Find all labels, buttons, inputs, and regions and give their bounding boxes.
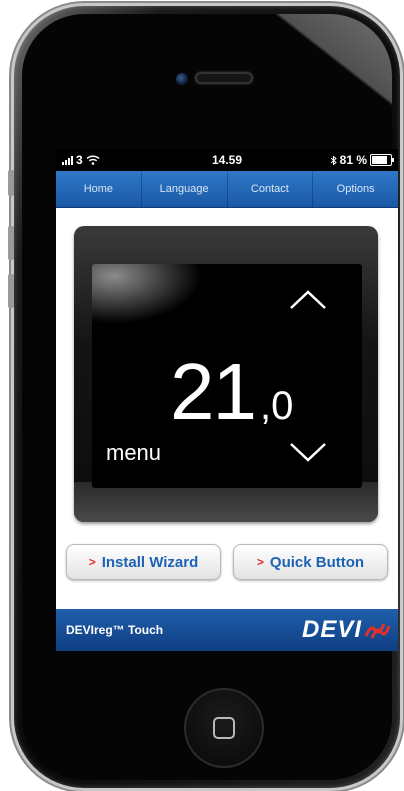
chevron-right-icon: > [88,555,96,569]
thermostat-display: 21 ,0 menu [92,264,362,488]
thermostat-bezel [74,482,378,522]
battery-percent: 81 % [339,153,367,167]
nav-home[interactable]: Home [56,171,142,207]
install-wizard-button[interactable]: > Install Wizard [66,544,221,580]
top-navigation: Home Language Contact Options [56,171,398,208]
display-shine [92,264,202,324]
footer-bar: DEVIreg™ Touch DEVI [56,609,398,651]
brand-text: DEVI [301,616,362,643]
volume-down-button [8,274,14,308]
front-camera-icon [176,73,188,85]
volume-up-button [8,226,14,260]
devi-wave-icon [364,623,390,639]
thermostat-device: 21 ,0 menu [74,226,378,522]
earpiece-speaker [195,72,253,84]
quick-button-label: Quick Button [269,553,365,571]
home-button[interactable] [184,688,264,768]
chevron-down-icon[interactable] [288,440,328,464]
battery-group: 81 % [330,153,394,167]
devi-logo: DEVI [302,616,390,644]
nav-language[interactable]: Language [142,171,228,207]
home-square-icon [213,717,235,739]
status-bar: 3 14.59 81 % [56,149,398,171]
temperature-decimal: ,0 [260,384,294,428]
battery-fill [372,156,387,164]
install-wizard-label: Install Wizard [101,553,199,571]
menu-button[interactable]: menu [106,440,161,466]
chevron-right-icon: > [256,555,264,569]
phone-screen: 3 14.59 81 % Home Language Contact Optio… [56,149,398,651]
main-content: 21 ,0 menu > Install Wizard > Quick Butt… [56,208,398,608]
battery-icon [370,154,394,166]
chevron-up-icon[interactable] [288,288,328,312]
action-buttons: > Install Wizard > Quick Button [66,544,388,580]
nav-contact[interactable]: Contact [228,171,314,207]
quick-button[interactable]: > Quick Button [233,544,388,580]
bluetooth-icon [330,154,337,166]
nav-options[interactable]: Options [313,171,398,207]
product-name: DEVIreg™ Touch [66,623,164,637]
temperature-value: 21 [170,347,257,436]
mute-switch [8,170,14,196]
